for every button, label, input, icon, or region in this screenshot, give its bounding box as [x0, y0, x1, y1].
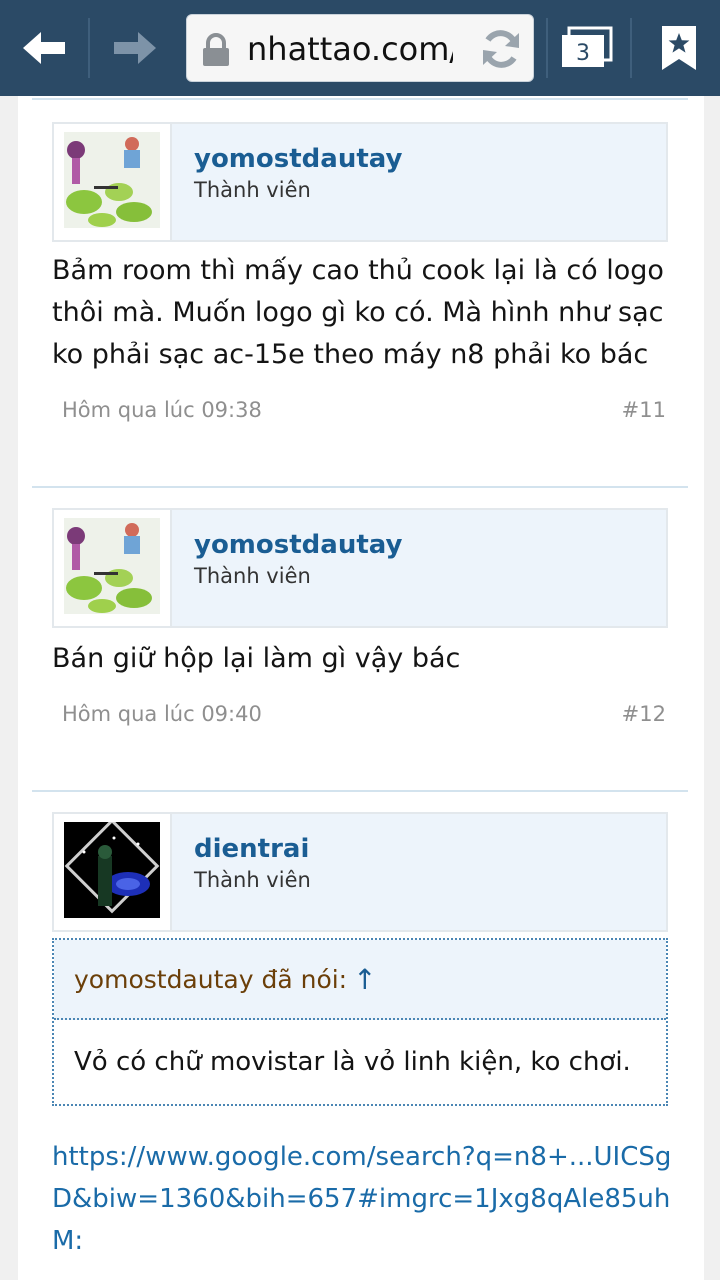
lock-icon	[203, 33, 229, 66]
post-userbar: yomostdautay Thành viên	[52, 508, 668, 628]
tabs-icon: 3	[562, 26, 613, 67]
post: yomostdautay Thành viên Bảm room thì mấy…	[32, 98, 688, 488]
tabs-button[interactable]: 3	[552, 0, 622, 96]
back-button[interactable]	[0, 0, 88, 96]
toolbar-divider	[630, 18, 632, 78]
post-message: Bảm room thì mấy cao thủ cook lại là có …	[52, 255, 664, 370]
post-date[interactable]: Hôm qua lúc 09:38	[62, 398, 262, 422]
avatar-frame[interactable]	[54, 124, 172, 240]
avatar[interactable]	[64, 822, 160, 918]
post-userbar: yomostdautay Thành viên	[52, 122, 668, 242]
quote-block: yomostdautay đã nói: ↑ Vỏ có chữ movista…	[52, 938, 668, 1106]
bookmark-star-icon	[662, 26, 696, 70]
quote-header[interactable]: yomostdautay đã nói: ↑	[54, 940, 666, 1020]
username[interactable]: dientrai	[194, 834, 309, 864]
post-date[interactable]: Hôm qua lúc 09:40	[62, 702, 262, 726]
user-title: Thành viên	[194, 178, 311, 202]
post-number[interactable]: #11	[622, 398, 666, 422]
address-bar[interactable]: nhattao.com/threads/	[186, 14, 534, 82]
bookmark-button[interactable]	[638, 0, 720, 96]
arrow-left-icon	[23, 32, 65, 64]
thread-content: yomostdautay Thành viên Bảm room thì mấy…	[18, 96, 704, 1280]
avatar-frame[interactable]	[54, 814, 172, 930]
avatar-frame[interactable]	[54, 510, 172, 626]
post-number[interactable]: #12	[622, 702, 666, 726]
quote-text: Vỏ có chữ movistar là vỏ linh kiện, ko c…	[74, 1047, 631, 1077]
username[interactable]: yomostdautay	[194, 144, 402, 174]
quote-author[interactable]: yomostdautay đã nói:	[74, 965, 347, 994]
toolbar-divider	[88, 18, 90, 78]
post: dientrai Thành viên yomostdautay đã nói:…	[32, 790, 688, 1280]
user-title: Thành viên	[194, 564, 311, 588]
url-text: nhattao.com/threads/	[247, 30, 453, 68]
post-link[interactable]: https://www.google.com/search?q=n8+...UI…	[52, 1136, 682, 1262]
arrow-up-icon[interactable]: ↑	[353, 963, 376, 996]
arrow-right-icon	[114, 32, 156, 64]
avatar[interactable]	[64, 132, 160, 228]
tab-count: 3	[576, 41, 590, 66]
user-title: Thành viên	[194, 868, 311, 892]
username[interactable]: yomostdautay	[194, 530, 402, 560]
forward-button[interactable]	[92, 0, 178, 96]
post-userbar: dientrai Thành viên	[52, 812, 668, 932]
avatar[interactable]	[64, 518, 160, 614]
reload-icon[interactable]	[479, 27, 523, 71]
post: yomostdautay Thành viên Bán giữ hộp lại …	[32, 486, 688, 790]
toolbar-divider	[546, 18, 548, 78]
post-message: Bán giữ hộp lại làm gì vậy bác	[52, 643, 461, 674]
browser-toolbar: nhattao.com/threads/ 3	[0, 0, 720, 96]
